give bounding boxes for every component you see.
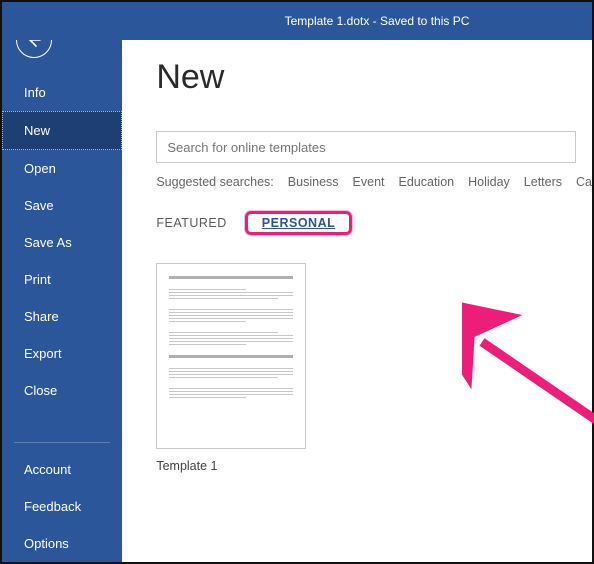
nav-item-close[interactable]: Close	[2, 372, 122, 409]
suggested-link-event[interactable]: Event	[353, 175, 385, 189]
nav-label: Export	[24, 346, 62, 361]
template-tabs: FEATURED PERSONAL	[156, 211, 592, 235]
suggested-link-education[interactable]: Education	[399, 175, 455, 189]
template-grid: Template 1	[156, 263, 592, 473]
template-card[interactable]: Template 1	[156, 263, 306, 473]
nav-primary: Info New Open Save Save As Print Share E…	[2, 74, 122, 409]
tab-featured[interactable]: FEATURED	[156, 216, 226, 230]
nav-item-open[interactable]: Open	[2, 150, 122, 187]
annotation-highlight: PERSONAL	[245, 211, 352, 235]
nav-label: Print	[24, 272, 51, 287]
nav-label: Save As	[24, 235, 72, 250]
nav-label: Close	[24, 383, 57, 398]
title-bar: Template 1.dotx - Saved to this PC	[2, 2, 592, 40]
suggested-label: Suggested searches:	[156, 175, 273, 189]
suggested-link-letters[interactable]: Letters	[524, 175, 562, 189]
nav-label: Open	[24, 161, 56, 176]
main-panel: New Suggested searches: Business Event E…	[122, 2, 592, 562]
nav-item-new[interactable]: New	[2, 111, 122, 150]
nav-label: Account	[24, 462, 71, 477]
search-container[interactable]	[156, 131, 576, 163]
nav-label: Options	[24, 536, 69, 551]
nav-footer: Account Feedback Options	[2, 451, 122, 562]
nav-item-options[interactable]: Options	[2, 525, 122, 562]
window-title: Template 1.dotx - Saved to this PC	[285, 14, 470, 28]
nav-item-share[interactable]: Share	[2, 298, 122, 335]
nav-item-save-as[interactable]: Save As	[2, 224, 122, 261]
suggested-link-business[interactable]: Business	[288, 175, 339, 189]
template-name: Template 1	[156, 459, 306, 473]
backstage-sidebar: Info New Open Save Save As Print Share E…	[2, 2, 122, 562]
nav-item-export[interactable]: Export	[2, 335, 122, 372]
nav-label: Save	[24, 198, 54, 213]
nav-item-feedback[interactable]: Feedback	[2, 488, 122, 525]
template-thumbnail	[156, 263, 306, 449]
suggested-link-holiday[interactable]: Holiday	[468, 175, 510, 189]
suggested-link-more[interactable]: Ca	[576, 175, 592, 189]
nav-item-save[interactable]: Save	[2, 187, 122, 224]
nav-item-print[interactable]: Print	[2, 261, 122, 298]
nav-label: Share	[24, 309, 59, 324]
nav-label: Feedback	[24, 499, 81, 514]
page-title: New	[156, 58, 592, 97]
nav-item-account[interactable]: Account	[2, 451, 122, 488]
nav-separator	[14, 442, 110, 443]
search-input[interactable]	[167, 140, 565, 155]
suggested-searches: Suggested searches: Business Event Educa…	[156, 175, 592, 189]
tab-personal[interactable]: PERSONAL	[254, 212, 343, 234]
nav-item-info[interactable]: Info	[2, 74, 122, 111]
nav-label: New	[24, 123, 50, 138]
nav-label: Info	[24, 85, 46, 100]
